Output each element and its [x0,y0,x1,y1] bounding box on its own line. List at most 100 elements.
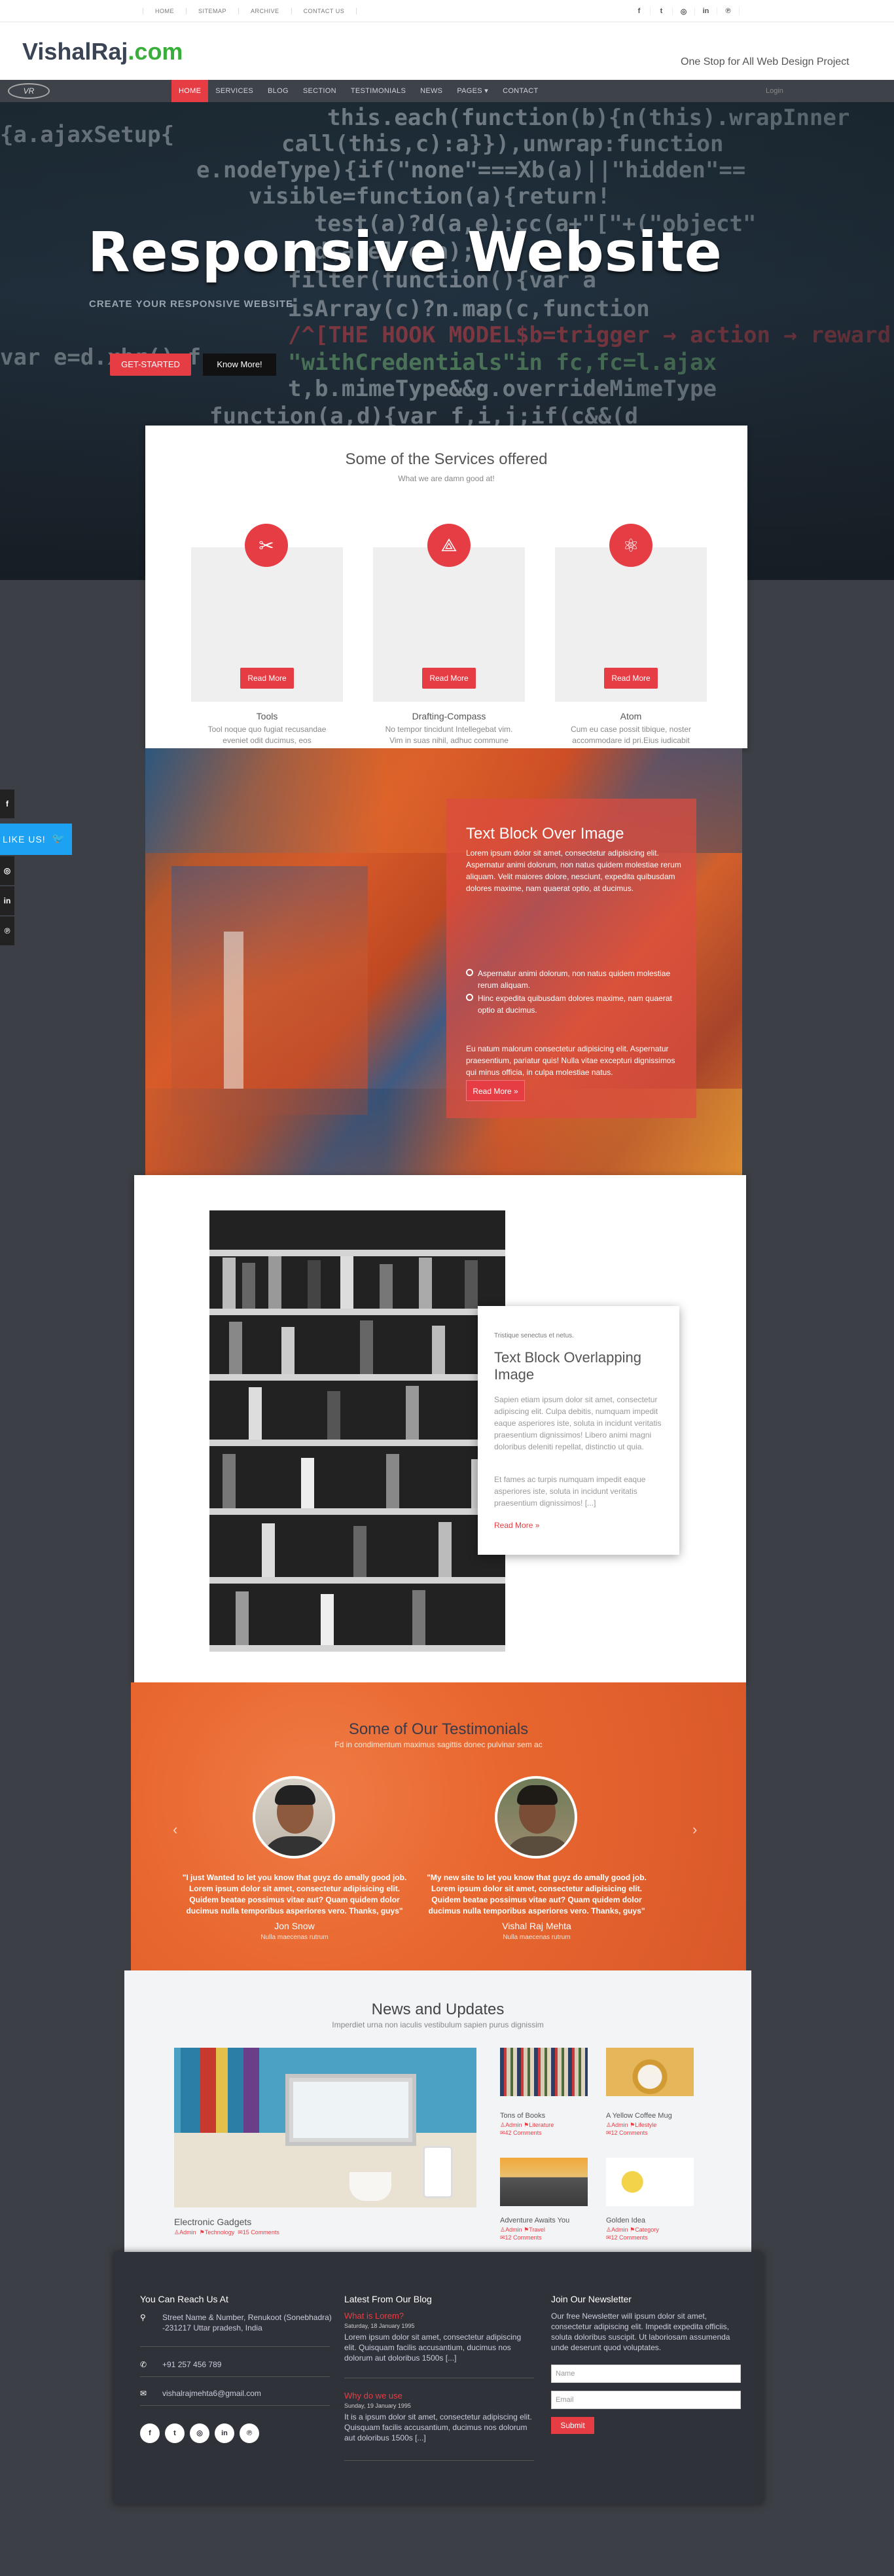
news-category[interactable]: Literature [529,2122,554,2128]
instagram-icon[interactable]: ◎ [673,7,695,16]
news-thumb-idea[interactable] [606,2158,694,2206]
footer-phone: ✆ +91 257 456 789 [140,2359,336,2370]
like-us-button[interactable]: LIKE US! 🐦 [0,824,72,855]
news-author[interactable]: Admin [611,2226,628,2233]
service-read-more-button[interactable]: Read More [422,668,476,689]
user-icon: ♙ [500,2122,506,2128]
service-read-more-button[interactable]: Read More [604,668,658,689]
envelope-icon: ✉ [140,2389,147,2398]
news-thumb-road[interactable] [500,2158,588,2206]
nav-item-testimonials[interactable]: TESTIMONIALS [344,80,413,102]
newsletter-email-input[interactable]: Email [551,2391,741,2409]
news-comments[interactable]: 12 Comments [505,2234,542,2241]
news-author[interactable]: Admin [505,2122,522,2128]
news-caption[interactable]: Adventure Awaits You [500,2217,569,2224]
news-thumb-coffee[interactable] [606,2048,694,2096]
logo-domain: .com [128,38,183,65]
overlap-read-more-link[interactable]: Read More » [494,1521,539,1530]
tag-icon: ⚑ [630,2122,635,2128]
site-tagline: One Stop for All Web Design Project [681,56,849,67]
map-marker-icon: ⚲ [140,2313,146,2322]
top-social: f t ◎ in ℗ [628,0,740,22]
linkedin-icon[interactable]: in [215,2423,234,2443]
side-pinterest-icon[interactable]: ℗ [0,916,14,945]
know-more-button[interactable]: Know More! [203,354,276,376]
news-author[interactable]: Admin [179,2229,196,2236]
footer-blog-post-text: Lorem ipsum dolor sit amet, consectetur … [344,2332,522,2363]
top-link-archive[interactable]: ARCHIVE [239,8,292,14]
login-link[interactable]: Login [766,80,783,102]
text-over-image-section: Text Block Over Image Lorem ipsum dolor … [145,748,742,1175]
facebook-icon[interactable]: f [628,7,651,15]
comment-icon: ✉ [606,2234,611,2241]
user-icon: ♙ [174,2229,180,2236]
news-comments[interactable]: 42 Comments [505,2130,542,2136]
carousel-next-icon[interactable]: › [692,1821,697,1838]
get-started-button[interactable]: GET-STARTED [110,354,191,376]
nav-item-contact[interactable]: CONTACT [495,80,545,102]
news-meta: ♙Admin ⚑Lifestyle ✉12 Comments [606,2121,694,2137]
list-item: Aspernatur animi dolorum, non natus quid… [466,968,682,991]
comment-icon: ✉ [500,2130,505,2136]
testimonial-name: Vishal Raj Mehta [502,1921,571,1931]
nav-item-home[interactable]: HOME [171,80,209,102]
news-caption[interactable]: Golden Idea [606,2217,645,2224]
nav-item-news[interactable]: NEWS [413,80,450,102]
news-category[interactable]: Category [635,2226,659,2233]
news-comments[interactable]: 12 Comments [611,2130,648,2136]
news-author[interactable]: Admin [505,2226,522,2233]
newsletter-name-input[interactable]: Name [551,2365,741,2383]
nav-items: HOME SERVICES BLOG SECTION TESTIMONIALS … [171,80,546,102]
nav-item-pages[interactable]: PAGES ▾ [450,80,495,102]
top-link-home[interactable]: HOME [143,8,187,14]
hero-subtitle: CREATE YOUR RESPONSIVE WEBSITE [89,299,293,310]
footer-email-text[interactable]: vishalrajmehta6@gmail.com [140,2388,336,2399]
carousel-prev-icon[interactable]: ‹ [173,1821,177,1838]
list-item: Hinc expedita quibusdam dolores maxime, … [466,992,682,1016]
news-comments[interactable]: 12 Comments [611,2234,648,2241]
top-link-contact[interactable]: CONTACT US [292,8,357,14]
pinterest-icon[interactable]: ℗ [717,7,740,15]
nav-item-section[interactable]: SECTION [296,80,344,102]
tools-icon: ✂ [245,524,288,567]
nav-item-services[interactable]: SERVICES [208,80,260,102]
news-category[interactable]: Travel [529,2226,545,2233]
news-comments[interactable]: 15 Comments [243,2229,279,2236]
side-linkedin-icon[interactable]: in [0,886,14,915]
news-caption[interactable]: A Yellow Coffee Mug [606,2112,672,2120]
news-category[interactable]: Technology [205,2229,235,2236]
tag-icon: ⚑ [524,2226,529,2233]
news-main-caption[interactable]: Electronic Gadgets [174,2217,251,2227]
facebook-icon[interactable]: f [140,2423,160,2443]
news-category[interactable]: Lifestyle [635,2122,656,2128]
pinterest-icon[interactable]: ℗ [240,2423,259,2443]
text-over-image-text-2: Eu natum malorum consectetur adipisicing… [466,1044,675,1077]
footer-address: ⚲ Street Name & Number, Renukoot (Sonebha… [140,2312,336,2333]
linkedin-icon[interactable]: in [695,7,717,15]
brand-header: VishalRaj.com One Stop for All Web Desig… [0,22,894,80]
footer-phone-text[interactable]: +91 257 456 789 [140,2359,336,2370]
text-over-image-read-more-button[interactable]: Read More » [466,1080,525,1101]
twitter-icon[interactable]: t [165,2423,185,2443]
news-main-image[interactable] [174,2048,476,2207]
news-thumb-books[interactable] [500,2048,588,2096]
footer-blog-post-title[interactable]: What is Lorem? [344,2311,404,2321]
newsletter-submit-button[interactable]: Submit [551,2417,594,2434]
site-logo[interactable]: VishalRaj.com [22,38,183,65]
nav-logo[interactable]: VR [8,83,50,99]
service-read-more-button[interactable]: Read More [240,668,294,689]
side-instagram-icon[interactable]: ◎ [0,856,14,885]
news-caption[interactable]: Tons of Books [500,2112,545,2120]
instagram-icon[interactable]: ◎ [190,2423,209,2443]
check-circle-icon [466,994,473,1001]
twitter-icon[interactable]: t [651,7,673,15]
nav-item-blog[interactable]: BLOG [260,80,296,102]
testimonial-name: Jon Snow [274,1921,315,1931]
news-author[interactable]: Admin [611,2122,628,2128]
side-facebook-icon[interactable]: f [0,789,14,818]
text-over-image-text: Lorem ipsum dolor sit amet, consectetur … [466,848,681,893]
footer-blog-post-title[interactable]: Why do we use [344,2391,402,2401]
comment-icon: ✉ [236,2229,243,2236]
atom-icon: ⚛ [609,524,653,567]
top-link-sitemap[interactable]: SITEMAP [187,8,240,14]
